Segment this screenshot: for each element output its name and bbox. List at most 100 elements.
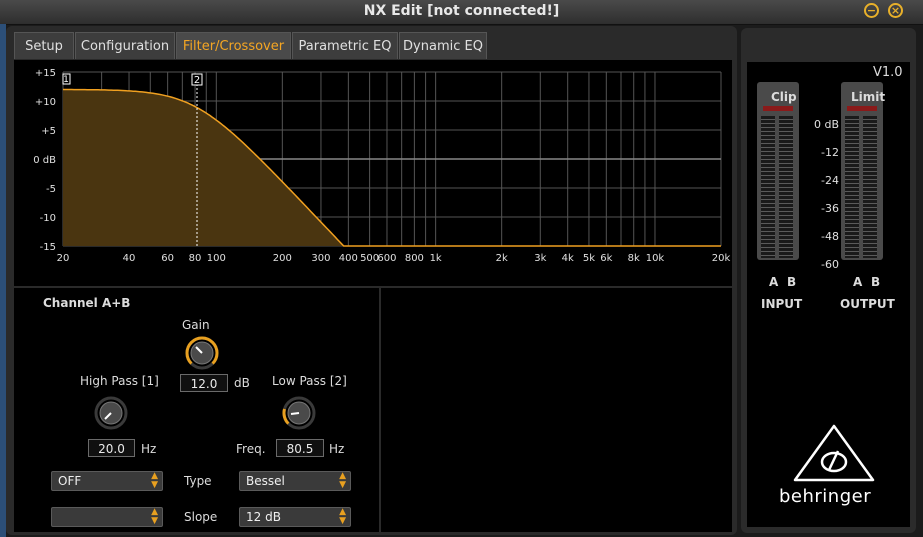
- high-pass-knob[interactable]: [94, 396, 128, 430]
- window-title: NX Edit [not connected!]: [363, 3, 560, 19]
- channel-controls: Channel A+B Gain 12.0 dB High Pass [1] 2…: [14, 288, 732, 532]
- limit-label: Limit: [851, 90, 886, 104]
- meter-panel: V1.0 Clip Limit 0 dB -12 -24 -36 -48 -60…: [741, 28, 916, 533]
- high-pass-unit: Hz: [141, 442, 157, 456]
- tab-filter-crossover[interactable]: Filter/Crossover: [176, 32, 291, 59]
- tab-dynamic-eq[interactable]: Dynamic EQ: [399, 32, 487, 59]
- input-meter-a: [761, 116, 775, 258]
- x-tick-label: 500: [360, 253, 379, 264]
- type-label: Type: [184, 474, 212, 488]
- scale-minus-24: -24: [821, 174, 839, 187]
- x-tick-label: 80: [189, 253, 202, 264]
- x-tick-label: 300: [311, 253, 330, 264]
- tab-configuration[interactable]: Configuration: [75, 32, 175, 59]
- scale-minus-12: -12: [821, 146, 839, 159]
- high-pass-freq-value[interactable]: 20.0: [88, 439, 135, 457]
- low-pass-freq-value[interactable]: 80.5: [276, 439, 324, 457]
- version-label: V1.0: [873, 65, 903, 80]
- x-tick-label: 10k: [646, 253, 665, 264]
- select-arrows-icon: ▲ ▼: [339, 471, 346, 490]
- x-tick-label: 3k: [534, 253, 546, 264]
- x-tick-label: 200: [273, 253, 292, 264]
- output-label: OUTPUT: [840, 297, 895, 311]
- output-meter-bars: [845, 106, 879, 258]
- tab-parametric-eq[interactable]: Parametric EQ: [292, 32, 398, 59]
- output-b-label: B: [871, 275, 881, 289]
- title-bar: NX Edit [not connected!] − ×: [0, 0, 923, 25]
- brand-name: behringer: [779, 486, 872, 507]
- x-tick-label: 4k: [562, 253, 574, 264]
- y-tick-label: -5: [46, 184, 56, 195]
- output-limit-led: [847, 106, 877, 111]
- low-pass-label: Low Pass [2]: [272, 374, 347, 388]
- low-pass-slope-value: 12 dB: [246, 510, 281, 524]
- high-pass-type-select[interactable]: OFF ▲ ▼: [51, 471, 163, 491]
- x-tick-label: 800: [405, 253, 424, 264]
- x-tick-label: 600: [377, 253, 396, 264]
- gain-value[interactable]: 12.0: [180, 374, 228, 392]
- low-pass-knob[interactable]: [282, 396, 316, 430]
- input-meter-bars: [761, 106, 795, 258]
- x-tick-label: 5k: [583, 253, 595, 264]
- y-tick-label: -10: [40, 213, 56, 224]
- y-tick-label: +5: [41, 126, 56, 137]
- low-pass-type-value: Bessel: [246, 474, 285, 488]
- filter-curve-fill: [63, 89, 721, 246]
- marker-2-label: 2: [194, 75, 200, 86]
- input-label: INPUT: [761, 297, 803, 311]
- x-tick-label: 20k: [712, 253, 731, 264]
- channel-title: Channel A+B: [43, 296, 131, 310]
- gain-unit: dB: [234, 376, 250, 390]
- main-panel: Setup Configuration Filter/Crossover Par…: [6, 26, 737, 535]
- behringer-logo-icon: [793, 424, 875, 482]
- select-arrows-icon: ▲ ▼: [151, 507, 158, 526]
- x-tick-label: 20: [57, 253, 70, 264]
- panel-divider: [379, 288, 381, 532]
- y-tick-label: +15: [35, 68, 56, 79]
- low-pass-unit: Hz: [329, 442, 345, 456]
- y-tick-label: -15: [40, 242, 56, 253]
- scale-minus-36: -36: [821, 202, 839, 215]
- close-icon[interactable]: ×: [888, 3, 903, 18]
- x-tick-label: 400: [339, 253, 358, 264]
- marker-1-label: 1: [63, 75, 69, 85]
- high-pass-type-value: OFF: [58, 474, 82, 488]
- select-arrows-icon: ▲ ▼: [339, 507, 346, 526]
- high-pass-slope-select[interactable]: ▲ ▼: [51, 507, 163, 527]
- input-a-label: A: [769, 275, 779, 289]
- select-arrows-icon: ▲ ▼: [151, 471, 158, 490]
- clip-label: Clip: [771, 90, 797, 104]
- y-tick-label: +10: [35, 97, 56, 108]
- frequency-response-graph[interactable]: 2 1 +15 +10 +5 0 dB -5 -10 -15 20 40 60 80 100 200 3…: [14, 60, 732, 286]
- output-a-label: A: [853, 275, 863, 289]
- low-pass-slope-select[interactable]: 12 dB ▲ ▼: [239, 507, 351, 527]
- x-axis-labels: 20 40 60 80 100 200 300 400 500600 800 1k 2k 3k 4k 5k 6…: [57, 253, 731, 264]
- x-tick-label: 100: [207, 253, 226, 264]
- x-tick-label: 40: [123, 253, 136, 264]
- meter-inner: V1.0 Clip Limit 0 dB -12 -24 -36 -48 -60…: [747, 62, 910, 527]
- scale-0db: 0 dB: [813, 118, 839, 131]
- x-tick-label: 60: [161, 253, 174, 264]
- gain-label: Gain: [182, 318, 210, 332]
- graph-svg: 2 1 +15 +10 +5 0 dB -5 -10 -15 20 40 60 80 100 200 3…: [33, 68, 731, 264]
- low-pass-freq-label: Freq.: [236, 442, 266, 456]
- low-pass-type-select[interactable]: Bessel ▲ ▼: [239, 471, 351, 491]
- output-meter-b: [863, 116, 877, 258]
- high-pass-label: High Pass [1]: [80, 374, 159, 388]
- slope-label: Slope: [184, 510, 218, 524]
- x-tick-label: 1k: [430, 253, 442, 264]
- tab-setup[interactable]: Setup: [14, 32, 74, 59]
- x-tick-label: 2k: [496, 253, 508, 264]
- output-meter-a: [845, 116, 859, 258]
- y-tick-label: 0 dB: [33, 155, 56, 166]
- input-meter-b: [779, 116, 793, 258]
- y-axis-labels: +15 +10 +5 0 dB -5 -10 -15: [33, 68, 56, 253]
- x-tick-label: 8k: [628, 253, 640, 264]
- input-b-label: B: [787, 275, 797, 289]
- scale-minus-60: -60: [821, 258, 839, 271]
- input-clip-led: [763, 106, 793, 111]
- scale-minus-48: -48: [821, 230, 839, 243]
- x-tick-label: 6k: [600, 253, 612, 264]
- minimize-icon[interactable]: −: [864, 3, 879, 18]
- gain-knob[interactable]: [185, 336, 219, 370]
